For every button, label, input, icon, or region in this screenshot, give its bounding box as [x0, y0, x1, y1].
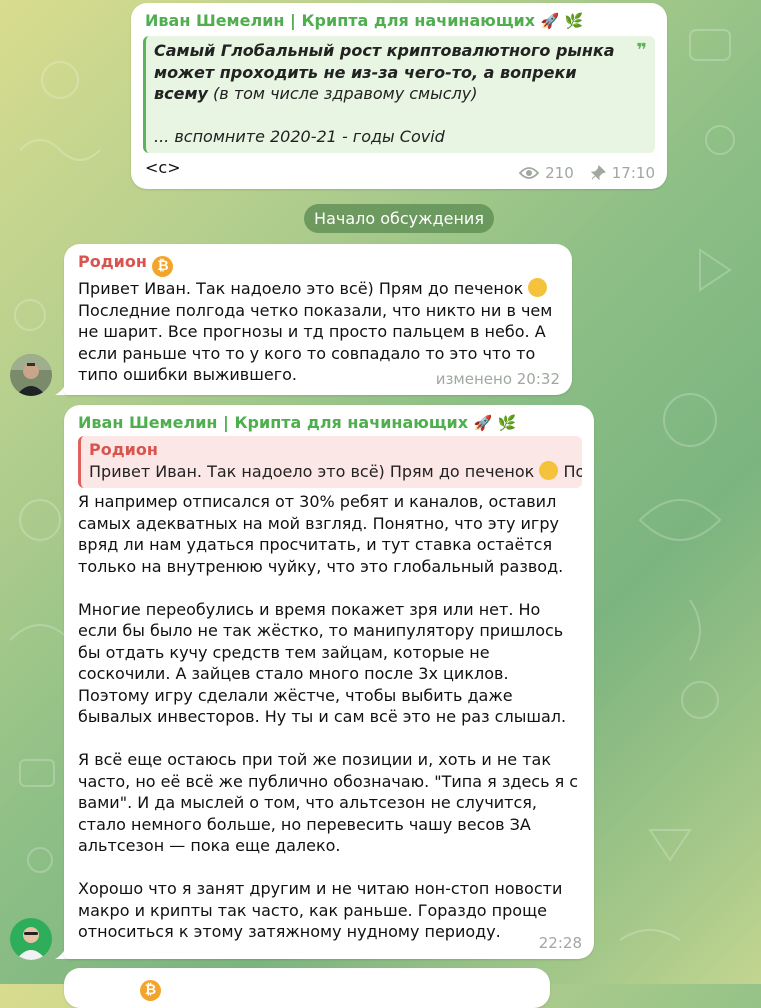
reply-preview-text: Привет Иван. Так надоело это всё) Прям д…: [89, 462, 535, 481]
channel-post-time: 17:10: [611, 164, 655, 182]
reply-preview[interactable]: Родион Привет Иван. Так надоело это всё)…: [78, 436, 582, 488]
bitcoin-emoji-icon: ₿: [152, 256, 174, 277]
ivan-paragraph-1: Я например отписался от 30% ребят и кана…: [78, 492, 565, 576]
laughing-emoji-icon: [539, 461, 559, 480]
quote-line2: ... вспомните 2020-21 - годы Covid: [154, 126, 445, 146]
ivan-paragraph-4: Хорошо что я занят другим и не читаю нон…: [78, 879, 568, 941]
channel-post-sender[interactable]: Иван Шемелин | Крипта для начинающих 🚀 🌿: [145, 11, 655, 30]
rodion-sender[interactable]: Родион ₿: [78, 252, 560, 277]
rodion-line1: Привет Иван. Так надоело это всё) Прям д…: [78, 279, 524, 298]
ivan-avatar[interactable]: [10, 918, 52, 960]
quote-normal-text: (в том числе здравому смыслу): [207, 84, 478, 103]
bitcoin-emoji-icon: ₿: [140, 980, 161, 1001]
pin-icon: [590, 165, 606, 181]
channel-post-bubble[interactable]: Иван Шемелин | Крипта для начинающих 🚀 🌿…: [131, 3, 667, 189]
rodion-message-meta: изменено 20:32: [436, 370, 560, 388]
rocket-emoji-icon: 🚀: [473, 414, 493, 432]
quote-mark-icon: ❞: [636, 40, 647, 61]
rodion-message-time: изменено 20:32: [435, 370, 560, 388]
ivan-message-meta: 22:28: [539, 934, 582, 952]
rodion-sender-name[interactable]: Родион: [78, 252, 147, 271]
ivan-sender[interactable]: Иван Шемелин | Крипта для начинающих 🚀 🌿: [78, 413, 582, 432]
eye-icon: [519, 167, 540, 179]
ivan-sender-name[interactable]: Иван Шемелин | Крипта для начинающих: [78, 413, 468, 432]
channel-post-sender-name[interactable]: Иван Шемелин | Крипта для начинающих: [145, 11, 535, 30]
discussion-start-label: Начало обсуждения: [304, 204, 494, 233]
rocket-emoji-icon: 🚀: [540, 12, 560, 30]
reply-preview-name: Родион: [89, 440, 158, 459]
reply-preview-text-row: Привет Иван. Так надоело это всё) Прям д…: [89, 461, 582, 483]
view-count: 210: [545, 164, 574, 182]
plant-emoji-icon: 🌿: [497, 414, 517, 432]
plant-emoji-icon: 🌿: [564, 12, 584, 30]
laughing-emoji-icon: [528, 278, 548, 297]
channel-post-meta: 210 17:10: [519, 164, 655, 182]
ivan-paragraph-3: Я всё еще остаюсь при той же позиции и, …: [78, 750, 584, 855]
ivan-paragraph-2: Многие переобулись и время покажет зря и…: [78, 599, 569, 727]
reply-preview-suffix: По...: [563, 462, 582, 481]
ivan-message-time: 22:28: [538, 934, 582, 952]
next-message-bubble[interactable]: ₿: [64, 968, 550, 1008]
rodion-message-bubble[interactable]: Родион ₿ Привет Иван. Так надоело это вс…: [64, 244, 572, 395]
channel-post-quote: ❞ Самый Глобальный рост криптовалютного …: [143, 36, 655, 153]
rodion-avatar[interactable]: [10, 354, 52, 396]
ivan-reply-bubble[interactable]: Иван Шемелин | Крипта для начинающих 🚀 🌿…: [64, 405, 594, 959]
